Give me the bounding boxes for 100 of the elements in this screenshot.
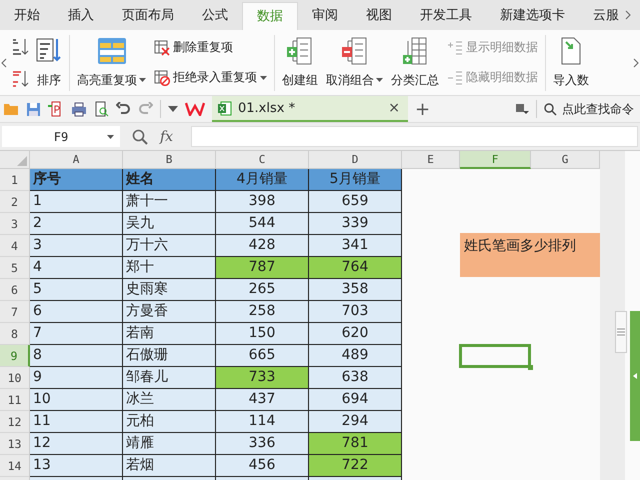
table-cell: 吴九 <box>123 213 216 235</box>
print-preview-icon[interactable] <box>94 101 109 117</box>
table-cell: 437 <box>216 389 309 411</box>
row-header[interactable]: 1 <box>0 169 30 191</box>
formula-input[interactable] <box>191 126 638 147</box>
subtotal-button[interactable]: 分类汇总 <box>389 32 441 92</box>
table-cell: 764 <box>309 257 402 279</box>
ribbon-tab[interactable]: 审阅 <box>298 2 352 30</box>
side-panel-handle[interactable] <box>630 311 640 441</box>
import-button[interactable]: 导入数 <box>551 32 591 92</box>
close-tab-button[interactable]: × <box>388 100 400 116</box>
table-cell: 665 <box>216 345 309 367</box>
column-header[interactable]: E <box>402 151 460 169</box>
column-header[interactable]: C <box>216 151 309 169</box>
ribbon-tab[interactable]: 新建选项卡 <box>486 2 579 30</box>
minus-list-icon <box>447 70 463 86</box>
table-cell: 4 <box>30 257 123 279</box>
table-cell: 659 <box>309 191 402 213</box>
sort-icon <box>36 36 62 62</box>
table-cell: 339 <box>309 213 402 235</box>
row-header[interactable]: 8 <box>0 323 30 345</box>
table-cell: 8 <box>30 345 123 367</box>
table-block-icon <box>154 70 170 86</box>
column-title-cell: 姓名 <box>123 169 216 191</box>
name-box[interactable]: F9 <box>2 126 120 147</box>
table-cell: 489 <box>309 345 402 367</box>
table-cell: 358 <box>309 279 402 301</box>
function-button[interactable]: fx <box>160 128 174 144</box>
sort-descending-icon[interactable] <box>12 68 30 88</box>
row-header[interactable]: 5 <box>0 257 30 279</box>
table-cell: 冰兰 <box>123 389 216 411</box>
ribbon-tab[interactable]: 云服 <box>579 2 624 30</box>
logo-icon[interactable] <box>185 102 205 116</box>
table-cell: 若烟 <box>123 455 216 477</box>
dropdown-caret-icon[interactable] <box>168 106 178 112</box>
cell-selection <box>459 344 531 368</box>
row-header[interactable]: 6 <box>0 279 30 301</box>
table-cell: 258 <box>216 301 309 323</box>
print-icon[interactable] <box>71 102 87 116</box>
row-header[interactable]: 3 <box>0 213 30 235</box>
table-cell: 620 <box>309 323 402 345</box>
table-cell: 方曼香 <box>123 301 216 323</box>
chevron-right-icon[interactable] <box>632 58 640 68</box>
row-header[interactable]: 9 <box>0 345 30 367</box>
table-cell: 694 <box>309 389 402 411</box>
reject-dup-button[interactable]: 拒绝录入重复项 <box>152 67 269 88</box>
table-cell: 石傲珊 <box>123 345 216 367</box>
column-header[interactable]: A <box>30 151 123 169</box>
ribbon-tab[interactable]: 插入 <box>54 2 108 30</box>
table-cell: 294 <box>309 411 402 433</box>
zoom-icon[interactable] <box>132 128 148 144</box>
undo-icon[interactable] <box>116 102 131 116</box>
ribbon-tab[interactable]: 数据 <box>242 2 298 30</box>
row-header[interactable]: 7 <box>0 301 30 323</box>
ribbon-tab[interactable]: 开始 <box>0 2 54 30</box>
table-cell: 6 <box>30 301 123 323</box>
remove-group-icon <box>340 36 370 64</box>
group-button[interactable]: 创建组 <box>280 32 320 92</box>
caret-icon <box>376 78 383 82</box>
table-cell: 265 <box>216 279 309 301</box>
row-header[interactable]: 2 <box>0 191 30 213</box>
chevron-right-icon[interactable] <box>624 10 632 20</box>
new-tab-button[interactable]: + <box>415 98 430 120</box>
file-name: 01.xlsx * <box>238 100 296 116</box>
vertical-scrollbar[interactable] <box>600 151 625 480</box>
caret-icon <box>139 78 146 82</box>
row-header[interactable]: 14 <box>0 455 30 477</box>
remove-dup-button[interactable]: 删除重复项 <box>152 37 269 58</box>
sort-button[interactable]: 排序 <box>34 32 64 92</box>
ribbon-tab[interactable]: 公式 <box>188 2 242 30</box>
column-header[interactable]: G <box>531 151 600 169</box>
row-header[interactable]: 4 <box>0 235 30 257</box>
highlight-button[interactable]: 高亮重复项 <box>75 32 148 92</box>
row-header[interactable]: 13 <box>0 433 30 455</box>
ribbon-tab[interactable]: 开发工具 <box>406 2 486 30</box>
caret-icon <box>260 76 267 80</box>
table-cell: 781 <box>309 433 402 455</box>
row-header[interactable]: 12 <box>0 411 30 433</box>
row-header[interactable]: 10 <box>0 367 30 389</box>
column-header[interactable]: F <box>460 151 531 169</box>
column-header[interactable]: B <box>123 151 216 169</box>
row-header[interactable]: 11 <box>0 389 30 411</box>
ribbon-tab[interactable]: 页面布局 <box>108 2 188 30</box>
ungroup-button[interactable]: 取消组合 <box>324 32 385 92</box>
ribbon-tab[interactable]: 视图 <box>352 2 406 30</box>
scroll-thumb[interactable] <box>615 311 627 353</box>
command-search[interactable]: 点此查找命令 <box>544 100 640 118</box>
table-cell: 150 <box>216 323 309 345</box>
table-delete-icon <box>154 40 170 56</box>
chevron-left-icon[interactable] <box>0 58 8 68</box>
caret-icon <box>107 135 114 139</box>
sort-ascending-icon[interactable] <box>12 36 30 56</box>
save-icon[interactable] <box>26 102 41 116</box>
spreadsheet-icon <box>218 100 232 116</box>
layout-icon[interactable] <box>515 103 529 115</box>
column-header[interactable]: D <box>309 151 402 169</box>
table-cell: 若南 <box>123 323 216 345</box>
file-tab[interactable]: 01.xlsx * × <box>212 96 408 122</box>
table-cell: 7 <box>30 323 123 345</box>
table-cell: 1 <box>30 191 123 213</box>
